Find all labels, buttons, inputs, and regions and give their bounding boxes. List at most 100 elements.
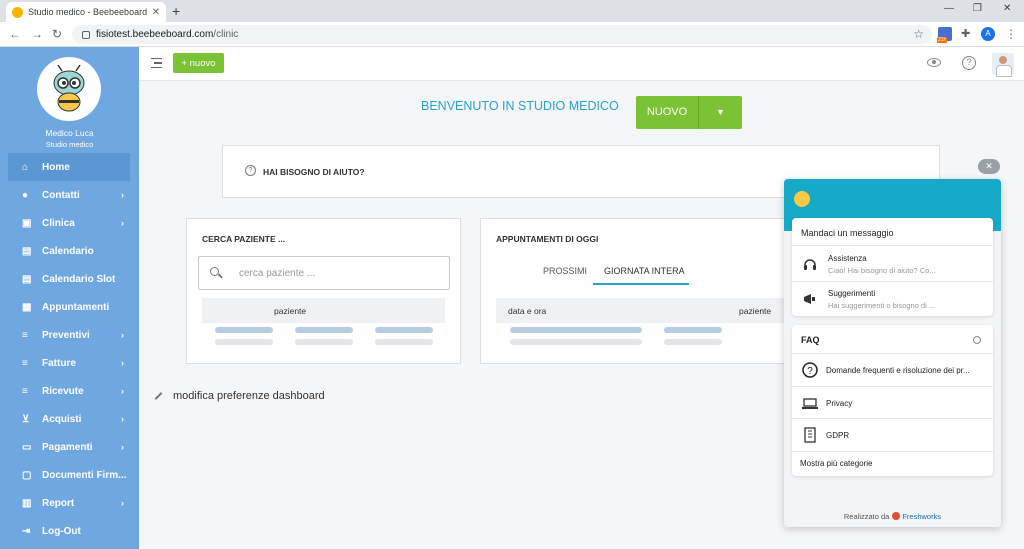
person-icon: ● bbox=[22, 190, 29, 201]
faq-item-domande[interactable]: ? Domande frequenti e risoluzione dei pr… bbox=[792, 354, 993, 386]
url-path: /clinic bbox=[213, 29, 239, 40]
divider bbox=[792, 451, 993, 452]
sidebar-item-label: Log-Out bbox=[42, 525, 81, 537]
sidebar-item-label: Calendario Slot bbox=[42, 273, 116, 285]
sidebar-item-report[interactable]: ▥ Report › bbox=[8, 489, 130, 517]
browser-toolbar: ← → ↻ fisiotest.beebeeboard.com/clinic ☆ bbox=[0, 22, 1024, 47]
sidebar-item-label: Ricevute bbox=[42, 385, 84, 397]
megaphone-icon bbox=[804, 294, 815, 304]
forward-icon[interactable]: → bbox=[31, 27, 43, 41]
sidebar-item-logout[interactable]: ⇥ Log-Out bbox=[8, 517, 130, 545]
help-icon[interactable]: ? bbox=[962, 56, 976, 70]
chevron-right-icon: › bbox=[121, 190, 124, 200]
faq-item-privacy[interactable]: Privacy bbox=[792, 387, 993, 419]
chevron-right-icon: › bbox=[121, 218, 124, 228]
sidebar-item-calendario[interactable]: ▤ Calendario bbox=[8, 237, 130, 265]
sidebar-item-ricevute[interactable]: ≡ Ricevute › bbox=[8, 377, 130, 405]
column-header-data-e-ora: data e ora bbox=[508, 306, 547, 316]
card-title: APPUNTAMENTI DI OGGI bbox=[496, 234, 599, 244]
building-icon bbox=[804, 427, 816, 443]
sidebar-item-label: Preventivi bbox=[42, 329, 90, 341]
message-panel-title: Mandaci un messaggio bbox=[801, 228, 894, 238]
reload-icon[interactable]: ↻ bbox=[52, 27, 62, 41]
chevron-right-icon: › bbox=[121, 330, 124, 340]
browser-tab-strip: Studio medico - Beebeeboard ✕ + — ❐ ✕ bbox=[0, 0, 1024, 22]
card-title: CERCA PAZIENTE ... bbox=[202, 234, 286, 244]
new-button-label[interactable]: NUOVO bbox=[636, 96, 698, 129]
sidebar: Medico Luca Studio medico ⌂ Home ● Contatt… bbox=[0, 47, 139, 549]
minimize-icon[interactable]: — bbox=[944, 3, 954, 14]
channel-subtitle: Ciao! Hai bisogno di aiuto? Co... bbox=[828, 266, 936, 275]
svg-text:?: ? bbox=[807, 366, 813, 377]
patient-search-box bbox=[198, 256, 450, 290]
sidebar-item-documenti-firmati[interactable]: ▢ Documenti Firm... bbox=[8, 461, 130, 489]
browser-tab[interactable]: Studio medico - Beebeeboard ✕ bbox=[6, 2, 166, 22]
edit-preferences-label: modifica preferenze dashboard bbox=[173, 390, 325, 402]
sidebar-item-label: Acquisti bbox=[42, 413, 82, 425]
calendar-icon: ▤ bbox=[22, 274, 32, 285]
window-close-icon[interactable]: ✕ bbox=[1003, 3, 1011, 14]
pencil-icon bbox=[154, 392, 163, 400]
tab-prossimi[interactable]: PROSSIMI bbox=[543, 266, 587, 276]
sidebar-item-label: Calendario bbox=[42, 245, 94, 257]
user-avatar[interactable] bbox=[37, 57, 101, 121]
sidebar-item-contatti[interactable]: ● Contatti › bbox=[8, 181, 130, 209]
channel-title: Assistenza bbox=[828, 254, 867, 263]
channel-assistenza[interactable]: Assistenza Ciao! Hai bisogno di aiuto? C… bbox=[792, 246, 993, 281]
url-host: fisiotest.beebeeboard.com bbox=[96, 29, 214, 40]
sidebar-item-calendario-slot[interactable]: ▤ Calendario Slot bbox=[8, 265, 130, 293]
calendar-extension-icon[interactable]: 21h bbox=[937, 27, 952, 43]
chevron-right-icon: › bbox=[121, 414, 124, 424]
sidebar-item-appuntamenti[interactable]: ▦ Appuntamenti bbox=[8, 293, 130, 321]
home-icon: ⌂ bbox=[22, 162, 29, 173]
sidebar-item-label: Pagamenti bbox=[42, 441, 93, 453]
message-panel: Mandaci un messaggio Assistenza Ciao! Ha… bbox=[792, 218, 993, 316]
doctor-avatar[interactable] bbox=[992, 53, 1014, 77]
sidebar-item-fatture[interactable]: ≡ Fatture › bbox=[8, 349, 130, 377]
edit-dashboard-preferences-link[interactable]: modifica preferenze dashboard bbox=[154, 390, 325, 402]
address-bar[interactable]: fisiotest.beebeeboard.com/clinic ☆ bbox=[72, 25, 932, 44]
new-dropdown-button[interactable]: NUOVO ▼ bbox=[636, 96, 742, 129]
sidebar-menu: ⌂ Home ● Contatti › ▣ Clinica › ▤ Calendario ▤… bbox=[8, 153, 130, 545]
sidebar-item-home[interactable]: ⌂ Home bbox=[8, 153, 130, 181]
loading-placeholder bbox=[375, 327, 433, 333]
faq-search-icon[interactable] bbox=[973, 336, 981, 344]
beebeeboard-favicon-icon bbox=[12, 6, 23, 18]
show-more-categories-link[interactable]: Mostra più categorie bbox=[800, 459, 872, 468]
chevron-down-icon[interactable]: ▼ bbox=[699, 96, 742, 129]
search-icon bbox=[210, 267, 219, 276]
back-icon[interactable]: ← bbox=[9, 27, 21, 41]
bee-mascot-icon bbox=[53, 65, 85, 112]
new-button-small[interactable]: + nuovo bbox=[173, 53, 224, 73]
profile-avatar[interactable]: A bbox=[981, 27, 995, 41]
maximize-icon[interactable]: ❐ bbox=[973, 3, 982, 14]
document-icon: ▢ bbox=[22, 470, 32, 481]
user-name: Medico Luca bbox=[45, 128, 94, 138]
channel-suggerimenti[interactable]: Suggerimenti Hai suggerimenti o bisogno … bbox=[792, 282, 993, 316]
close-widget-button[interactable]: ✕ bbox=[978, 159, 1000, 174]
loading-placeholder bbox=[664, 339, 722, 345]
sidebar-item-pagamenti[interactable]: ▭ Pagamenti › bbox=[8, 433, 130, 461]
faq-item-gdpr[interactable]: GDPR bbox=[792, 419, 993, 451]
toggle-sidebar-icon[interactable] bbox=[151, 58, 162, 68]
freshworks-link[interactable]: Freshworks bbox=[902, 512, 941, 521]
bookmark-star-icon[interactable]: ☆ bbox=[913, 27, 924, 41]
sidebar-item-label: Fatture bbox=[42, 357, 76, 369]
tab-giornata-intera[interactable]: GIORNATA INTERA bbox=[604, 266, 685, 276]
faq-item-label: GDPR bbox=[826, 431, 850, 440]
welcome-title: BENVENUTO IN STUDIO MEDICO bbox=[421, 99, 619, 113]
extension-badge: 21h bbox=[937, 37, 948, 43]
sidebar-item-preventivi[interactable]: ≡ Preventivi › bbox=[8, 321, 130, 349]
patient-search-input[interactable] bbox=[239, 265, 439, 281]
browser-menu-icon[interactable]: ⋮ bbox=[1005, 27, 1017, 41]
extensions-puzzle-icon[interactable]: ✚ bbox=[961, 27, 970, 40]
new-tab-icon[interactable]: + bbox=[172, 3, 180, 19]
eye-icon[interactable] bbox=[927, 58, 941, 67]
sidebar-item-clinica[interactable]: ▣ Clinica › bbox=[8, 209, 130, 237]
sidebar-item-acquisti[interactable]: ⊻ Acquisti › bbox=[8, 405, 130, 433]
close-tab-icon[interactable]: ✕ bbox=[152, 7, 160, 18]
chevron-right-icon: › bbox=[121, 386, 124, 396]
column-header-paziente: paziente bbox=[739, 306, 772, 316]
sidebar-item-label: Contatti bbox=[42, 189, 80, 201]
bee-logo-icon bbox=[794, 191, 810, 207]
